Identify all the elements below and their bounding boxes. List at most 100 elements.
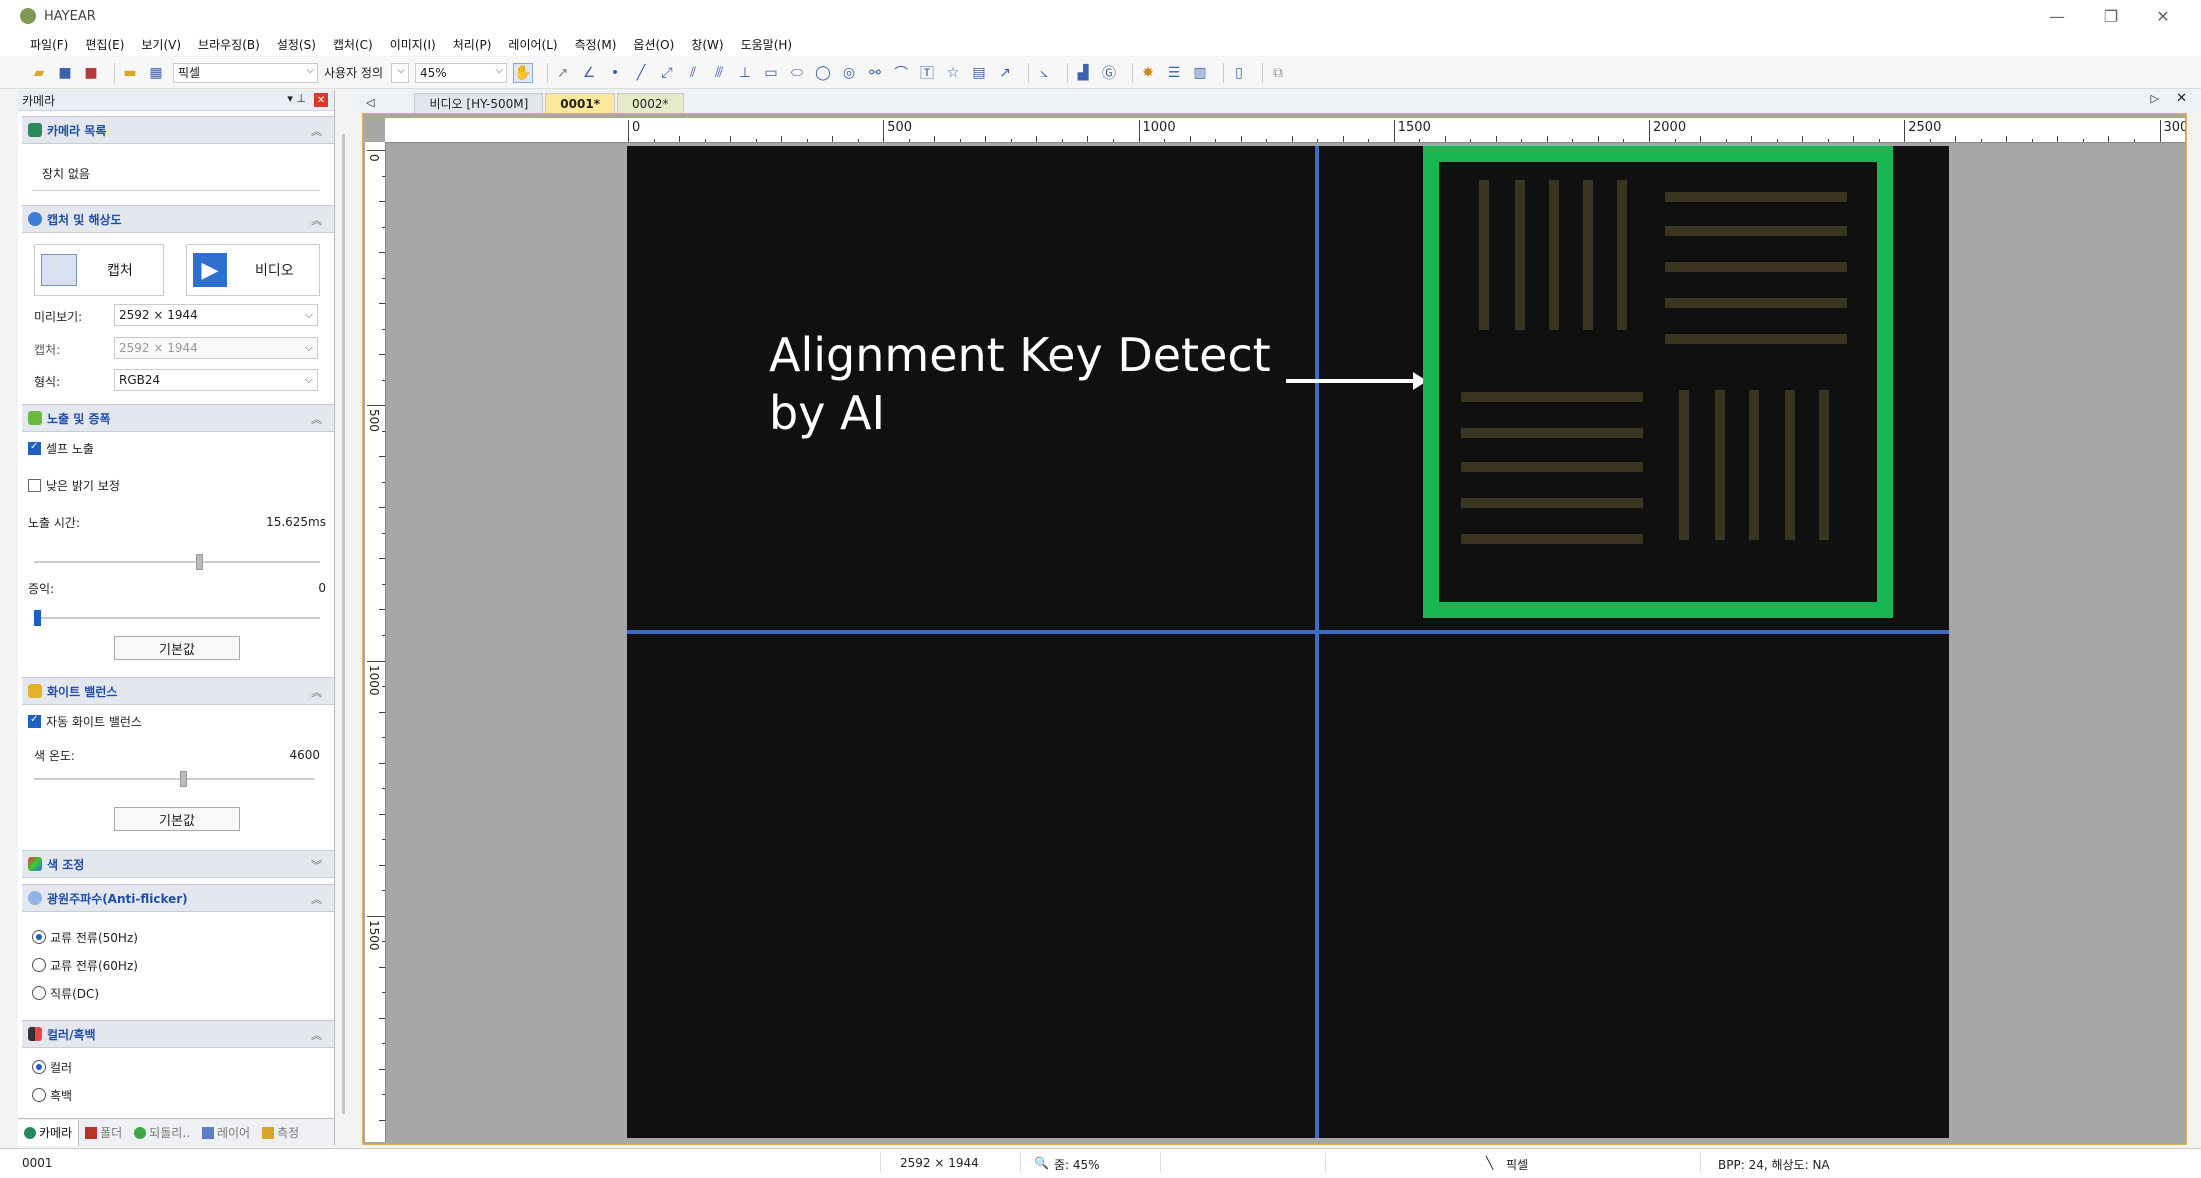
- slider-thumb[interactable]: [196, 554, 203, 570]
- tab-0002[interactable]: 0002*: [616, 93, 684, 113]
- radio-60hz[interactable]: [32, 958, 46, 972]
- select-arrow-icon[interactable]: ➚: [554, 64, 572, 82]
- effect-icon[interactable]: ✸: [1139, 64, 1157, 82]
- tab-folder[interactable]: 폴더: [79, 1124, 128, 1141]
- histogram-icon[interactable]: ▟: [1074, 64, 1092, 82]
- section-camera-list[interactable]: 카메라 목록 ︽: [22, 116, 334, 144]
- tabs-scroll-left-icon[interactable]: ◁: [366, 96, 374, 109]
- menu-browse[interactable]: 브라우징(B): [198, 36, 260, 53]
- minimize-button[interactable]: —: [2032, 0, 2082, 32]
- perpendicular-icon[interactable]: ⊥: [736, 64, 754, 82]
- ruler-label: 2500: [1908, 120, 1942, 135]
- menu-settings[interactable]: 설정(S): [277, 36, 316, 53]
- line-icon[interactable]: ╱: [632, 64, 650, 82]
- star-icon[interactable]: ☆: [944, 64, 962, 82]
- restore-button[interactable]: ❐: [2086, 0, 2136, 32]
- menu-capture[interactable]: 캡처(C): [333, 36, 373, 53]
- polyline-icon[interactable]: ⤢: [658, 64, 676, 82]
- radio-50hz[interactable]: [32, 930, 46, 944]
- color-temp-slider[interactable]: [34, 771, 314, 787]
- rectangle-icon[interactable]: ▭: [762, 64, 780, 82]
- zoom-select[interactable]: 45% ⌵: [415, 62, 508, 83]
- unit-select[interactable]: 픽셀 ⌵: [173, 62, 318, 83]
- book-icon[interactable]: ▯: [1230, 64, 1248, 82]
- export-icon[interactable]: ⧉: [1269, 64, 1287, 82]
- align-icon[interactable]: ☰: [1165, 64, 1183, 82]
- section-white-balance[interactable]: 화이트 밸런스 ︽: [22, 677, 334, 705]
- concentric-icon[interactable]: ◎: [840, 64, 858, 82]
- capture-resolution-value: 2592 × 1944: [119, 341, 198, 355]
- arrow-icon[interactable]: ↗: [996, 64, 1014, 82]
- auto-wb-checkbox[interactable]: [28, 714, 41, 728]
- capture-button[interactable]: 캡처: [34, 244, 164, 296]
- zoom-mode-dropdown[interactable]: ⌵: [391, 62, 410, 83]
- save-icon[interactable]: ■: [56, 64, 74, 82]
- tab-measure[interactable]: 측정: [256, 1124, 305, 1141]
- arc-icon[interactable]: ⌒: [892, 64, 910, 82]
- parallel-icon[interactable]: ⫽: [684, 64, 702, 82]
- scale-bar-icon[interactable]: ▤: [970, 64, 988, 82]
- capture-g-icon[interactable]: Ⓖ: [1100, 64, 1118, 82]
- panel-scrollbar[interactable]: [342, 134, 345, 1114]
- preview-resolution-select[interactable]: 2592 × 1944 ⌵: [114, 304, 318, 326]
- radio-color[interactable]: [32, 1060, 46, 1074]
- point-icon[interactable]: •: [606, 64, 624, 82]
- section-color-mono[interactable]: 컬러/흑백 ︽: [22, 1020, 334, 1048]
- menu-window[interactable]: 창(W): [691, 36, 723, 53]
- tab-layer[interactable]: 레이어: [196, 1124, 256, 1141]
- wb-default-button[interactable]: 기본값: [114, 807, 240, 831]
- tab-video[interactable]: 비디오 [HY-500M]: [414, 93, 544, 113]
- camera-icon: [24, 1126, 36, 1139]
- slider-thumb[interactable]: [180, 771, 187, 787]
- grid-icon[interactable]: ▦: [147, 64, 165, 82]
- format-select[interactable]: RGB24 ⌵: [114, 369, 318, 391]
- menu-measure[interactable]: 측정(M): [575, 36, 617, 53]
- close-doc-icon[interactable]: ✕: [2176, 91, 2187, 106]
- radio-mono[interactable]: [32, 1088, 46, 1102]
- menu-file[interactable]: 파일(F): [30, 36, 68, 53]
- menu-options[interactable]: 옵션(O): [633, 36, 674, 53]
- save-as-icon[interactable]: ■: [82, 64, 100, 82]
- auto-exposure-checkbox[interactable]: [28, 441, 41, 455]
- multi-parallel-icon[interactable]: ⫻: [710, 64, 728, 82]
- gain-slider[interactable]: [34, 610, 320, 626]
- slider-thumb[interactable]: [34, 610, 41, 626]
- calibrate-icon[interactable]: ⦣: [1035, 64, 1053, 82]
- angle-icon[interactable]: ∠: [580, 64, 598, 82]
- section-anti-flicker[interactable]: 광원주파수(Anti-flicker) ︽: [22, 884, 334, 912]
- toolbar-divider: [547, 62, 549, 83]
- section-color-adjust[interactable]: 색 조정 ︾: [22, 850, 334, 878]
- open-icon[interactable]: ▰: [30, 64, 48, 82]
- pan-hand-icon[interactable]: ✋: [513, 62, 534, 83]
- close-button[interactable]: ✕: [2138, 0, 2188, 32]
- panel-close-icon[interactable]: ✕: [314, 93, 328, 107]
- pin-icon[interactable]: ▾ ⊥: [287, 92, 306, 105]
- low-light-checkbox[interactable]: [28, 479, 41, 492]
- two-circle-icon[interactable]: ⚯: [866, 64, 884, 82]
- exposure-default-button[interactable]: 기본값: [114, 636, 240, 660]
- menu-help[interactable]: 도움말(H): [741, 36, 793, 53]
- camera-image[interactable]: Alignment Key Detect by AI: [627, 146, 1949, 1138]
- tab-undo[interactable]: 되돌리..: [128, 1124, 196, 1141]
- text-icon[interactable]: 🅃: [918, 64, 936, 82]
- tab-0001[interactable]: 0001*: [545, 93, 615, 113]
- section-capture-resolution[interactable]: 캡처 및 해상도 ︽: [22, 205, 334, 233]
- menu-layer[interactable]: 레이어(L): [508, 36, 557, 53]
- exposure-time-slider[interactable]: [34, 554, 320, 570]
- menu-view[interactable]: 보기(V): [141, 36, 181, 53]
- section-exposure-gain[interactable]: 노출 및 증폭 ︽: [22, 404, 334, 432]
- divider: [1020, 1153, 1021, 1173]
- tab-camera[interactable]: 카메라: [18, 1119, 80, 1146]
- compare-icon[interactable]: ▥: [1191, 64, 1209, 82]
- menu-edit[interactable]: 편집(E): [85, 36, 124, 53]
- folder-icon[interactable]: ▬: [121, 64, 139, 82]
- radio-dc[interactable]: [32, 986, 46, 1000]
- circle-icon[interactable]: ◯: [814, 64, 832, 82]
- ruler-tick: [1649, 120, 1650, 142]
- ellipse-icon[interactable]: ⬭: [788, 64, 806, 82]
- ruler-tick: [1751, 136, 1753, 142]
- tabs-scroll-right-icon[interactable]: ▷: [2151, 92, 2159, 105]
- menu-image[interactable]: 이미지(I): [390, 36, 436, 53]
- video-button[interactable]: ▶ 비디오: [186, 244, 320, 296]
- menu-process[interactable]: 처리(P): [453, 36, 492, 53]
